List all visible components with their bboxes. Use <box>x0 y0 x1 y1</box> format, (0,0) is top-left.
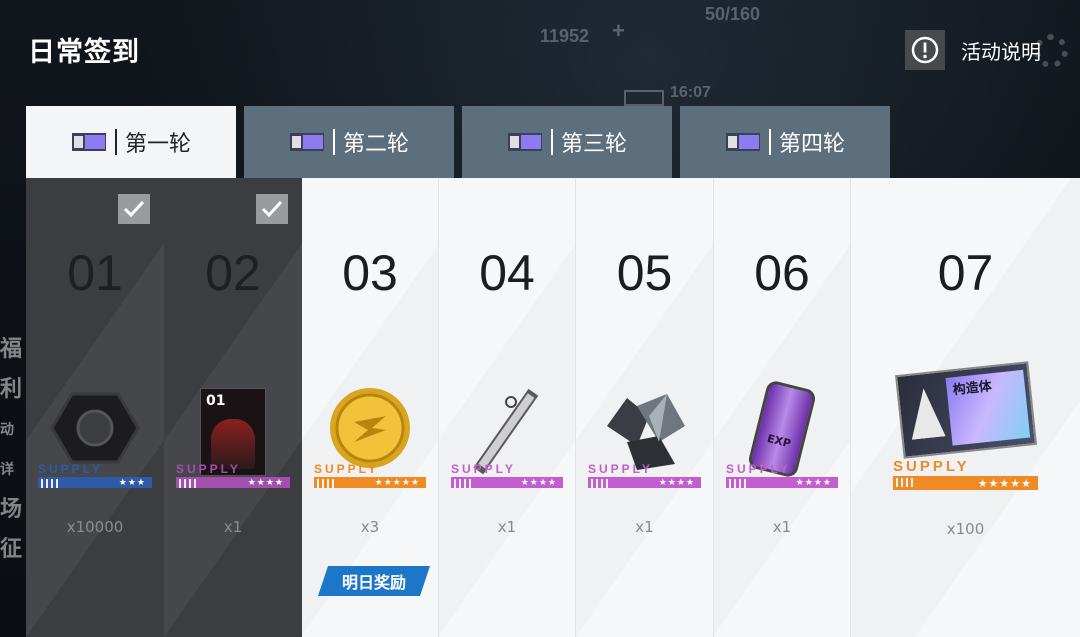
day-number: 01 <box>67 245 123 301</box>
supply-label: SUPPLY <box>176 462 241 476</box>
supply-rarity-bar: SUPPLY ★★★★ <box>588 462 701 490</box>
hud-coins: 11952 <box>540 26 590 46</box>
day-card-07[interactable]: 07 构造体 SUPPLY ★★★★★ x100 <box>851 178 1080 637</box>
hud-plus: + <box>612 18 625 43</box>
side-text-line: 动详 <box>0 422 14 478</box>
tab-round-4[interactable]: 第四轮 <box>680 106 890 178</box>
reward-quantity: x1 <box>635 518 654 536</box>
tab-round-2[interactable]: 第二轮 <box>244 106 454 178</box>
day-card-05[interactable]: 05 SUPPLY ★★★★ x1 <box>576 178 714 637</box>
supply-label: SUPPLY <box>451 462 516 476</box>
reward-quantity: x3 <box>360 518 380 536</box>
day-card-01[interactable]: 01 SUPPLY ★★★ x10000 <box>26 178 164 637</box>
ticket-label: 构造体 <box>951 379 993 399</box>
tab-label: 第一轮 <box>124 132 191 157</box>
reward-quantity: x1 <box>223 518 243 536</box>
day-card-03[interactable]: 03 SUPPLY ★★★★★ x3 明日奖励 <box>302 178 439 637</box>
canister-label: EXP <box>765 431 793 451</box>
tab-round-1[interactable]: 第一轮 <box>26 106 236 178</box>
activity-info-button[interactable]: 活动说明 <box>905 30 1041 70</box>
day-number: 05 <box>616 245 673 301</box>
rarity-stars: ★★★★ <box>795 477 832 488</box>
rarity-stars: ★★★★★ <box>977 476 1032 490</box>
supply-label: SUPPLY <box>588 462 653 476</box>
tab-separator <box>550 129 553 155</box>
ticket-icon <box>289 133 324 151</box>
day-number: 02 <box>205 245 261 301</box>
card-icon-label: 01 <box>206 393 226 409</box>
hud-stamina: 50/160 <box>705 4 761 24</box>
day-number: 03 <box>342 245 398 301</box>
reward-quantity: x10000 <box>66 518 124 536</box>
supply-rarity-bar: SUPPLY ★★★★ <box>451 462 563 490</box>
day-card-02[interactable]: 02 01 SUPPLY ★★★★ x1 <box>164 178 302 637</box>
supply-rarity-bar: SUPPLY ★★★★★ <box>314 462 426 490</box>
reward-quantity: x100 <box>946 520 985 538</box>
tab-label: 第四轮 <box>778 132 845 157</box>
ticket-icon <box>725 133 760 151</box>
rarity-stars: ★★★★ <box>247 477 284 488</box>
tab-round-3[interactable]: 第三轮 <box>462 106 672 178</box>
day-number: 07 <box>937 245 994 301</box>
supply-label: SUPPLY <box>893 458 970 475</box>
tomorrow-reward-badge: 明日奖励 <box>318 566 430 596</box>
rarity-stars: ★★★ <box>118 477 146 488</box>
side-text-line: 场 <box>0 497 23 522</box>
supply-rarity-bar: SUPPLY ★★★★★ <box>893 458 1038 490</box>
battery-icon <box>624 90 664 106</box>
day-card-04[interactable]: 04 SUPPLY ★★★★ x1 <box>439 178 576 637</box>
page-title: 日常签到 <box>28 37 140 68</box>
supply-rarity-bar: SUPPLY ★★★ <box>38 462 152 490</box>
signin-grid: 01 SUPPLY ★★★ x10000 02 01 SUPPLY ★★★★ x… <box>26 178 1080 637</box>
rarity-stars: ★★★★ <box>520 477 557 488</box>
ticket-icon <box>71 133 106 151</box>
background-side-text: 福利 动详 场 征 <box>0 330 26 630</box>
day-number: 04 <box>479 245 535 301</box>
tab-label: 第二轮 <box>342 132 409 157</box>
day-card-06[interactable]: 06 EXP SUPPLY ★★★★ x1 <box>714 178 851 637</box>
hud-time: 16:07 <box>670 84 711 101</box>
supply-rarity-bar: SUPPLY ★★★★ <box>176 462 290 490</box>
reward-quantity: x1 <box>497 518 517 536</box>
crystal-icon <box>606 394 685 470</box>
side-text-line: 征 <box>0 537 23 562</box>
rarity-stars: ★★★★ <box>658 477 695 488</box>
activity-info-label: 活动说明 <box>961 39 1041 64</box>
checkmark-icon <box>118 194 150 224</box>
tab-separator <box>332 129 335 155</box>
supply-label: SUPPLY <box>726 462 791 476</box>
side-text-line: 福利 <box>0 337 23 402</box>
construct-ticket-icon: 构造体 <box>894 361 1037 459</box>
tab-separator <box>114 129 117 155</box>
hex-nut-icon <box>50 392 140 464</box>
ticket-icon <box>507 133 542 151</box>
gold-coin-icon <box>330 388 410 468</box>
tab-label: 第三轮 <box>560 132 627 157</box>
rarity-stars: ★★★★★ <box>374 477 420 488</box>
supply-label: SUPPLY <box>314 462 379 476</box>
tab-separator <box>768 129 771 155</box>
checkmark-icon <box>256 194 288 224</box>
supply-rarity-bar: SUPPLY ★★★★ <box>726 462 838 490</box>
reward-quantity: x1 <box>772 518 792 536</box>
info-icon <box>905 30 945 70</box>
day-number: 06 <box>754 245 810 301</box>
supply-label: SUPPLY <box>38 462 103 476</box>
